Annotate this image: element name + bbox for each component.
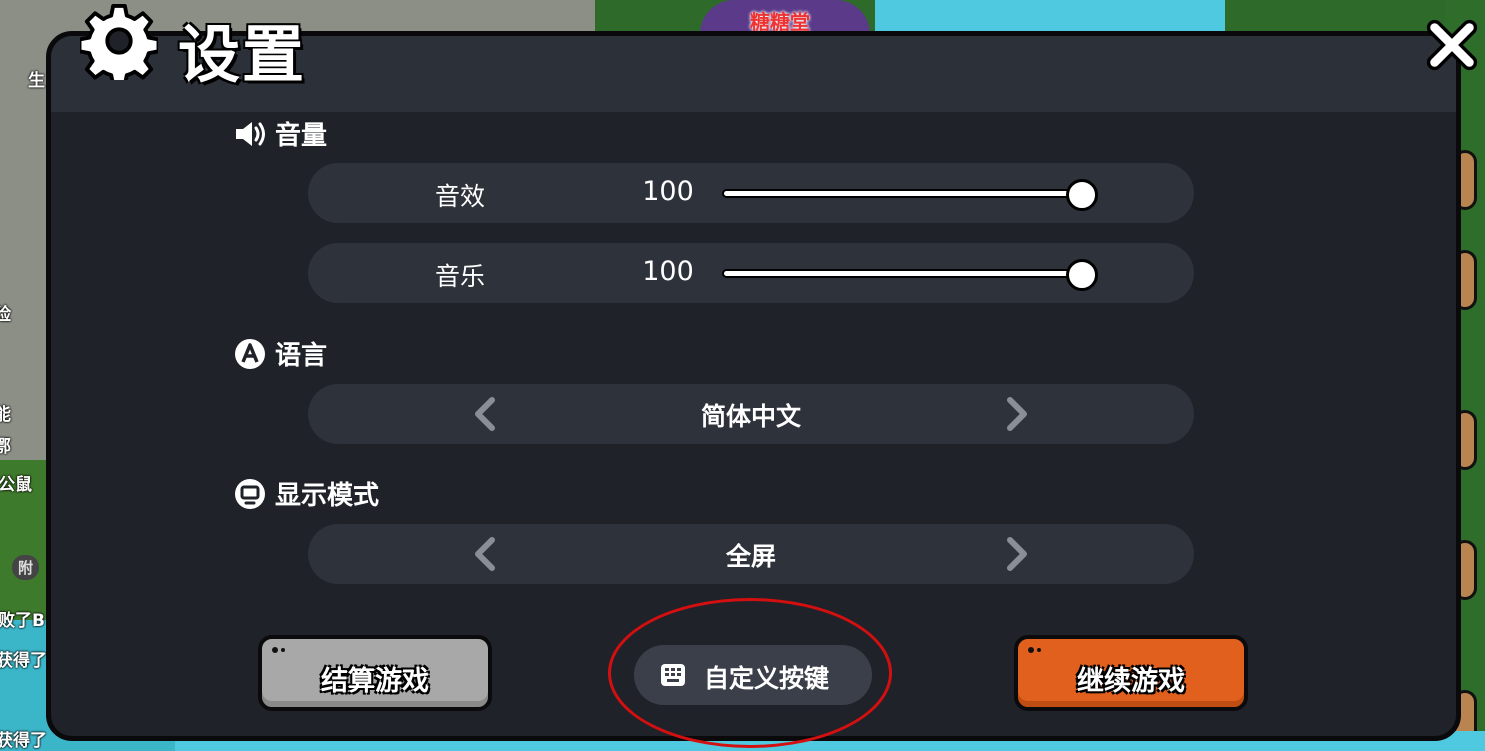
display-mode-heading: 显示模式 [233, 475, 379, 512]
display-mode-value: 全屏 [725, 542, 776, 571]
settle-game-label: 结算游戏 [321, 666, 429, 697]
speaker-icon [236, 121, 265, 146]
music-volume-slider[interactable] [722, 259, 1098, 291]
hud-pill[interactable]: 附 [12, 555, 40, 580]
close-icon[interactable] [1423, 16, 1481, 74]
language-heading-label: 语言 [275, 341, 328, 371]
sfx-volume-value: 100 [642, 176, 694, 207]
hud-text: 公鼠 [0, 475, 32, 495]
display-mode-heading-label: 显示模式 [275, 481, 380, 511]
sfx-volume-label: 音效 [434, 182, 485, 211]
hud-text: 败了B [0, 611, 45, 631]
gear-icon [80, 3, 158, 80]
music-volume-value: 100 [642, 256, 694, 287]
sfx-volume-row: 音效 100 [308, 163, 1194, 223]
hud-text: 获得了 [0, 651, 47, 671]
dialog-title: 设置 [178, 18, 307, 91]
music-volume-label: 音乐 [434, 262, 485, 291]
language-icon [235, 338, 265, 369]
display-mode-selector-row: 全屏 [308, 524, 1194, 584]
sfx-volume-slider[interactable] [722, 179, 1098, 211]
chevron-right-icon[interactable] [998, 396, 1034, 432]
hud-text: 获得了 [0, 731, 47, 751]
language-selector-row: 简体中文 [308, 384, 1194, 444]
continue-game-label: 继续游戏 [1077, 666, 1185, 697]
continue-game-button[interactable]: 继续游戏 [1014, 635, 1248, 711]
volume-heading: 音量 [233, 115, 327, 152]
button-dots [1028, 647, 1044, 655]
hud-text: 能 [0, 405, 11, 425]
music-volume-slider-thumb[interactable] [1066, 259, 1098, 291]
music-volume-row: 音乐 100 [308, 243, 1194, 303]
language-value: 简体中文 [700, 402, 801, 431]
highlight-annotation [608, 598, 892, 748]
language-heading: 语言 [233, 335, 327, 372]
sfx-volume-slider-thumb[interactable] [1066, 179, 1098, 211]
hud-text: 鄂 [0, 437, 11, 457]
chevron-right-icon[interactable] [998, 536, 1034, 572]
monitor-icon [235, 478, 265, 509]
hud-text: 生 [28, 71, 45, 91]
volume-heading-label: 音量 [275, 121, 328, 151]
settle-game-button[interactable]: 结算游戏 [258, 635, 492, 711]
hud-text: 险 [0, 305, 11, 325]
button-dots [272, 647, 288, 655]
